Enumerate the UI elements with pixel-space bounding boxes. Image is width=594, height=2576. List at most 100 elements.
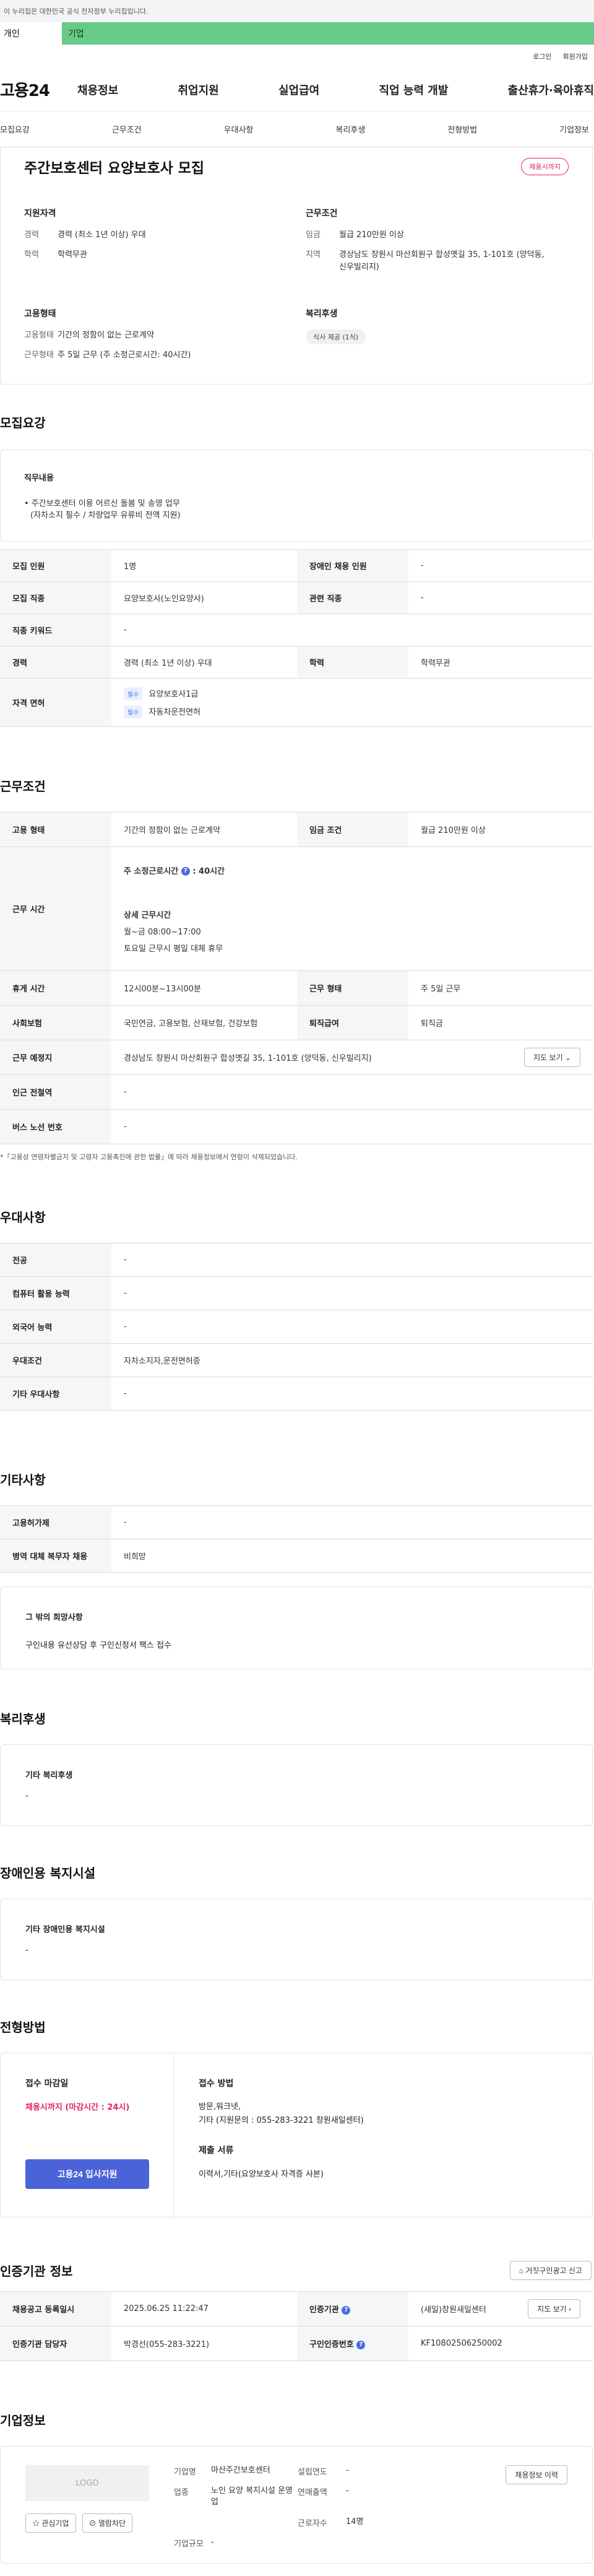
- cell-value: -: [111, 1243, 593, 1277]
- help-icon[interactable]: ?: [342, 2305, 351, 2315]
- cell-key: 학력: [297, 646, 408, 679]
- kv-key: 지역: [306, 250, 321, 259]
- apply-button[interactable]: 고용24 입사지원: [25, 2159, 149, 2189]
- cell-value: 박경선(055-283-3221): [111, 2326, 297, 2361]
- cell-key: 고용허가제: [0, 1505, 111, 1539]
- info-value: 노인 요양 복지시설 운영업: [211, 2486, 293, 2507]
- map-view-button[interactable]: 지도 보기 ⌄: [524, 1048, 580, 1067]
- disability-section: 장애인용 복지시설 기타 장애인용 복지시설 -: [0, 1863, 594, 1980]
- cell-value: 기간의 정함이 없는 근로계약: [111, 812, 297, 847]
- tab-individual[interactable]: 개인: [0, 22, 62, 45]
- company-section: 기업정보 LOGO ☆ 관심기업 ⊘ 열람차단 기업명 마산주간보호센터 설립연…: [0, 2411, 594, 2564]
- join-link[interactable]: 회원가입: [563, 51, 588, 61]
- job-history-button[interactable]: 채용정보 이력: [506, 2465, 567, 2484]
- agency-map-button[interactable]: 지도 보기 ›: [528, 2299, 580, 2318]
- cell-key: 기타 우대사항: [0, 1377, 111, 1411]
- cell-key: 임금 조건: [297, 812, 408, 847]
- kv-key: 근무형태: [24, 350, 54, 360]
- user-type-tabs: 개인 기업: [0, 22, 594, 45]
- screening-card: 접수 마감일 채용시까지 (마감시간 : 24시) 고용24 입사지원 접수 방…: [0, 2053, 593, 2217]
- favorite-company-button[interactable]: ☆ 관심기업: [25, 2513, 76, 2533]
- company-card: LOGO ☆ 관심기업 ⊘ 열람차단 기업명 마산주간보호센터 설립연도 - 업…: [0, 2446, 593, 2564]
- table-row: 우대조건 자차소지자,운전면허증: [0, 1343, 593, 1377]
- block-view-button[interactable]: ⊘ 열람차단: [82, 2513, 132, 2533]
- page-title: 주간보호센터 요양보호사 모집: [24, 160, 205, 176]
- section-title-company: 기업정보: [0, 2413, 46, 2428]
- kv-key: 고용형태: [24, 331, 54, 340]
- tab-screening[interactable]: 전형방법: [447, 123, 477, 135]
- cell-key-label: 인증기관: [309, 2305, 339, 2315]
- duty-card: 직무내용 • 주간보호센터 이용 어르신 돌봄 및 송영 업무 (자차소지 필수…: [0, 450, 593, 542]
- cell-key: 자격 면허: [0, 678, 111, 727]
- cell-key: 모집 인원: [0, 549, 111, 582]
- cell-key: 경력: [0, 646, 111, 679]
- table-row: 전공 -: [0, 1243, 593, 1277]
- recruit-table: 모집 인원 1명 장애인 채용 인원 - 모집 직종 요양보호사(노인요양사) …: [0, 549, 593, 727]
- conditions-table: 고용 형태 기간의 정함이 없는 근로계약 임금 조건 월급 210만원 이상 …: [0, 812, 593, 1144]
- login-link[interactable]: 로그인: [533, 51, 551, 61]
- cell-key: 사회보험: [0, 1005, 111, 1040]
- weekly-hours-label: 주 소정근로시간: [124, 866, 179, 876]
- docs-value: 이력서,기타(요양보호사 자격증 사본): [199, 2170, 324, 2179]
- report-fake-ad-button[interactable]: ⌂ 거짓구인광고 신고: [509, 2261, 592, 2280]
- cell-key: 외국어 능력: [0, 1310, 111, 1344]
- cell-key: 인증기관 담당자: [0, 2326, 111, 2361]
- license-item: 필수 요양보호사1급: [124, 687, 580, 700]
- tab-welfare[interactable]: 복리후생: [335, 123, 365, 135]
- qualification-title: 지원자격: [24, 209, 56, 219]
- nav-jobs[interactable]: 채용정보: [77, 82, 118, 98]
- table-row: 자격 면허 필수 요양보호사1급 필수 자동차운전면허: [0, 678, 593, 727]
- disability-title: 기타 장애인용 복지시설: [25, 1925, 105, 1934]
- nav-unemployment-benefit[interactable]: 실업급여: [278, 82, 319, 98]
- cell-key: 근무 형태: [297, 970, 408, 1006]
- cell-value: 경력 (최소 1년 이상) 우대: [111, 646, 297, 679]
- table-row: 채용공고 등록일시 2025.06.25 11:22:47 인증기관 ? (새일…: [0, 2291, 593, 2326]
- disability-value: -: [25, 1946, 28, 1955]
- company-logo-box: LOGO ☆ 관심기업 ⊘ 열람차단: [25, 2465, 149, 2544]
- benefit-chip: 식사 제공 (1식): [306, 329, 366, 344]
- job-summary-card: 주간보호센터 요양보호사 모집 채용시까지 지원자격 경력 경력 (최소 1년 이…: [0, 147, 593, 385]
- cell-value: -: [111, 1310, 593, 1344]
- kv-value: 주 5일 근무 (주 소정근로시간: 40시간): [58, 350, 191, 360]
- cell-value: 주 5일 근무: [408, 970, 593, 1006]
- site-logo[interactable]: 고용24: [0, 78, 77, 101]
- deadline-title: 접수 마감일: [25, 2079, 69, 2089]
- agency-inst-cell: (새일)창원새일센터 지도 보기 ›: [408, 2291, 593, 2326]
- tab-conditions[interactable]: 근무조건: [112, 123, 142, 135]
- help-icon[interactable]: ?: [181, 867, 190, 876]
- agency-section: 인증기관 정보 ⌂ 거짓구인광고 신고 채용공고 등록일시 2025.06.25…: [0, 2261, 594, 2361]
- cell-value: -: [111, 614, 593, 646]
- hours-cell: 주 소정근로시간 ? : 40시간 상세 근무시간 월~금 08:00~17:0…: [111, 846, 593, 971]
- table-row: 직종 키워드 -: [0, 614, 593, 646]
- nav-vocational-training[interactable]: 직업 능력 개발: [379, 82, 449, 98]
- kv-key: 학력: [24, 250, 39, 259]
- nav-employment-support[interactable]: 취업지원: [178, 82, 219, 98]
- cell-value: -: [408, 581, 593, 614]
- deadline-value: 채용시까지 (마감시간 : 24시): [25, 2103, 130, 2112]
- cell-value: (새일)창원새일센터: [421, 2305, 486, 2315]
- section-title-disability: 장애인용 복지시설: [0, 1866, 96, 1881]
- tab-company[interactable]: 기업정보: [559, 123, 589, 135]
- recruit-section: 모집요강 직무내용 • 주간보호센터 이용 어르신 돌봄 및 송영 업무 (자차…: [0, 413, 594, 727]
- cell-key: 퇴직급여: [297, 1005, 408, 1040]
- nav-parental-leave[interactable]: 출산휴가·육아휴직: [508, 82, 594, 98]
- employment-title: 고용형태: [24, 309, 56, 319]
- tab-recruit[interactable]: 모집요강: [0, 123, 30, 135]
- help-icon[interactable]: ?: [356, 2340, 366, 2349]
- method-line: 기타 (지원문의 : 055-283-3221 창원새일센터): [199, 2116, 364, 2125]
- license-cell: 필수 요양보호사1급 필수 자동차운전면허: [111, 678, 593, 727]
- tab-preferred[interactable]: 우대사항: [224, 123, 254, 135]
- table-row: 사회보험 국민연금, 고용보험, 산재보험, 건강보험 퇴직급여 퇴직금: [0, 1005, 593, 1040]
- preferred-section: 우대사항 전공 - 컴퓨터 활용 능력 - 외국어 능력 - 우대조건 자차소지자,운전…: [0, 1208, 594, 1411]
- welfare-title: 기타 복리후생: [25, 1771, 73, 1780]
- tab-business[interactable]: 기업: [62, 22, 594, 45]
- cell-key: 버스 노선 번호: [0, 1109, 111, 1144]
- cell-key: 직종 키워드: [0, 614, 111, 646]
- table-row: 기타 우대사항 -: [0, 1377, 593, 1411]
- method-line: 방문,워크넷,: [199, 2102, 241, 2112]
- cell-value: -: [111, 1276, 593, 1310]
- work-condition-title: 근무조건: [306, 209, 338, 219]
- utility-menu: 로그인 회원가입: [0, 45, 594, 68]
- cell-value: 2025.06.25 11:22:47: [111, 2291, 297, 2326]
- info-key: 기업규모: [174, 2539, 204, 2549]
